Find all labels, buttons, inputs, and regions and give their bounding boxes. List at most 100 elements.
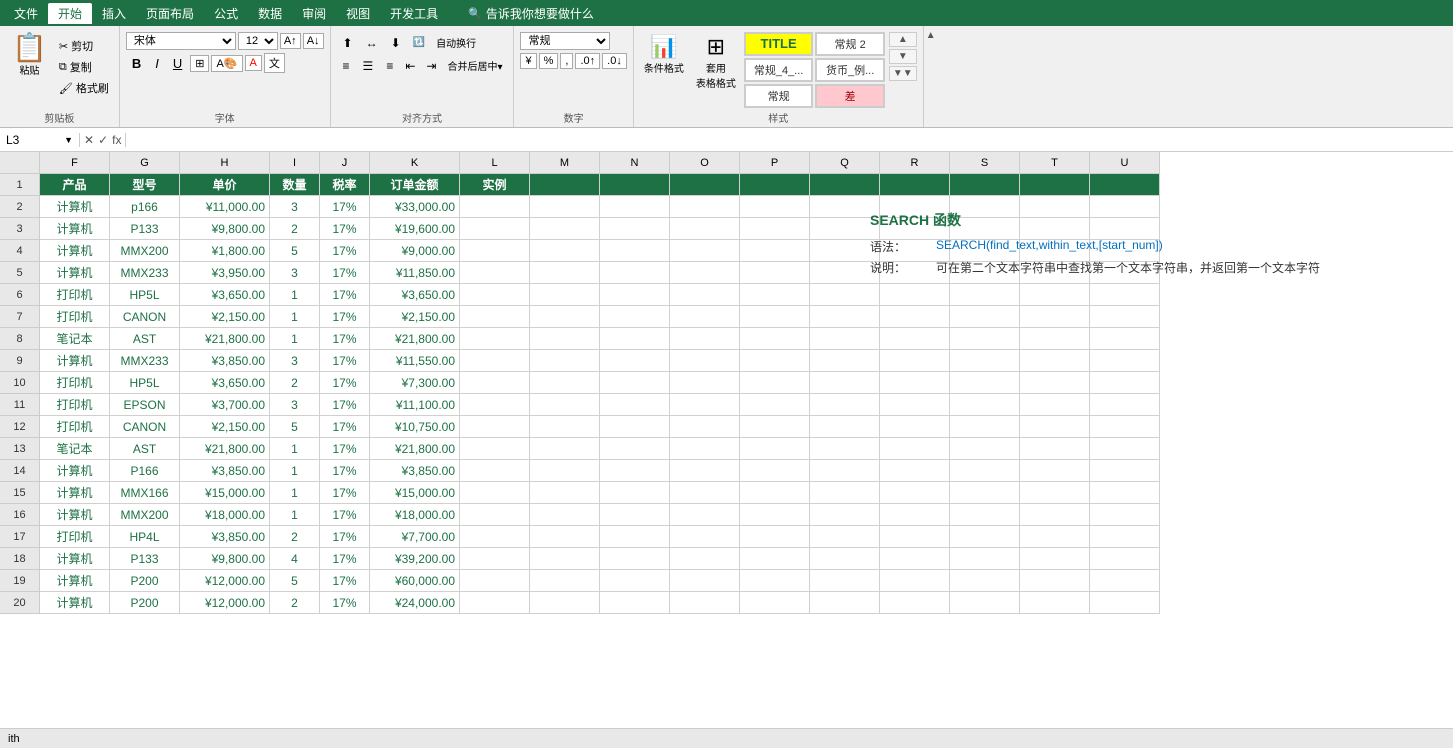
cell[interactable] [600,548,670,570]
font-color-button[interactable]: A [245,55,262,71]
cell[interactable] [600,394,670,416]
cell[interactable] [1090,196,1160,218]
align-center-button[interactable]: ☰ [357,56,380,76]
cell[interactable] [530,460,600,482]
cell[interactable] [880,416,950,438]
font-family-select[interactable]: 宋体 [126,32,236,50]
cell[interactable] [1090,482,1160,504]
cell[interactable] [670,526,740,548]
cell[interactable] [530,548,600,570]
cell[interactable] [740,328,810,350]
cell[interactable] [530,196,600,218]
align-left-button[interactable]: ≡ [337,56,356,76]
cell[interactable]: MMX200 [110,240,180,262]
cell[interactable] [950,262,1020,284]
cell[interactable] [880,328,950,350]
menu-file[interactable]: 文件 [4,3,48,24]
cell[interactable]: ¥12,000.00 [180,570,270,592]
cell[interactable] [1020,240,1090,262]
cell[interactable] [740,592,810,614]
cell[interactable] [740,262,810,284]
cell[interactable] [1020,570,1090,592]
cell[interactable] [740,526,810,548]
menu-page-layout[interactable]: 页面布局 [136,3,204,24]
cell[interactable] [810,570,880,592]
cell[interactable]: 计算机 [40,592,110,614]
cell[interactable] [460,240,530,262]
wrap-text-button[interactable]: 🔃 [408,34,430,51]
row-header[interactable]: 1 [0,174,40,196]
cell[interactable]: CANON [110,416,180,438]
cut-button[interactable]: ✂ 剪切 [55,36,113,56]
cell[interactable] [670,240,740,262]
cell[interactable] [600,504,670,526]
cell[interactable] [1090,372,1160,394]
cell[interactable] [740,240,810,262]
cell[interactable] [530,328,600,350]
cell[interactable]: 2 [270,526,320,548]
cell[interactable]: 17% [320,416,370,438]
cell[interactable]: 打印机 [40,306,110,328]
cell[interactable]: ¥15,000.00 [370,482,460,504]
cell[interactable] [810,372,880,394]
cell[interactable] [1020,504,1090,526]
cell[interactable] [1020,482,1090,504]
cell[interactable] [950,174,1020,196]
cell[interactable] [670,592,740,614]
cell[interactable] [530,394,600,416]
cell[interactable] [530,592,600,614]
fill-color-button[interactable]: A🎨 [211,55,242,72]
cell[interactable] [530,526,600,548]
align-middle-button[interactable]: ↔ [360,33,384,53]
cell[interactable] [460,262,530,284]
cell[interactable] [950,284,1020,306]
cell[interactable]: 17% [320,548,370,570]
cell[interactable] [880,460,950,482]
cell[interactable] [880,284,950,306]
cell[interactable]: P166 [110,460,180,482]
row-header[interactable]: 8 [0,328,40,350]
cell[interactable] [670,262,740,284]
cell[interactable] [810,350,880,372]
cell[interactable] [1090,592,1160,614]
menu-view[interactable]: 视图 [336,3,380,24]
cell[interactable]: 计算机 [40,240,110,262]
cell[interactable] [810,548,880,570]
cell[interactable] [530,218,600,240]
cell[interactable]: ¥3,850.00 [180,526,270,548]
cell[interactable]: 17% [320,350,370,372]
cell[interactable] [1020,592,1090,614]
cell[interactable] [810,526,880,548]
cell[interactable] [460,592,530,614]
cell[interactable] [530,262,600,284]
cell[interactable] [1020,284,1090,306]
row-header[interactable]: 3 [0,218,40,240]
cell[interactable] [1020,548,1090,570]
special-char-button[interactable]: 文 [264,53,285,73]
cell[interactable] [810,482,880,504]
cell[interactable] [600,262,670,284]
menu-insert[interactable]: 插入 [92,3,136,24]
cell[interactable] [1090,262,1160,284]
cell[interactable]: 17% [320,526,370,548]
indent-decrease-button[interactable]: ⇤ [400,56,420,76]
cell[interactable]: ¥11,000.00 [180,196,270,218]
cell[interactable] [530,306,600,328]
currency-format-button[interactable]: ¥ [520,53,536,69]
cell[interactable] [880,240,950,262]
cell[interactable] [1090,416,1160,438]
cell[interactable] [600,240,670,262]
border-button[interactable]: ⊞ [190,55,209,72]
style-normal4-box[interactable]: 常规_4_... [744,58,814,82]
cell[interactable] [1090,548,1160,570]
cell[interactable]: HP5L [110,284,180,306]
menu-formula[interactable]: 公式 [204,3,248,24]
cell[interactable]: ¥21,800.00 [370,438,460,460]
row-header[interactable]: 12 [0,416,40,438]
cell[interactable] [880,262,950,284]
cell[interactable]: 笔记本 [40,438,110,460]
cell[interactable]: MMX166 [110,482,180,504]
style-normal2-box[interactable]: 常规 2 [815,32,885,56]
row-header[interactable]: 15 [0,482,40,504]
cell[interactable] [530,174,600,196]
